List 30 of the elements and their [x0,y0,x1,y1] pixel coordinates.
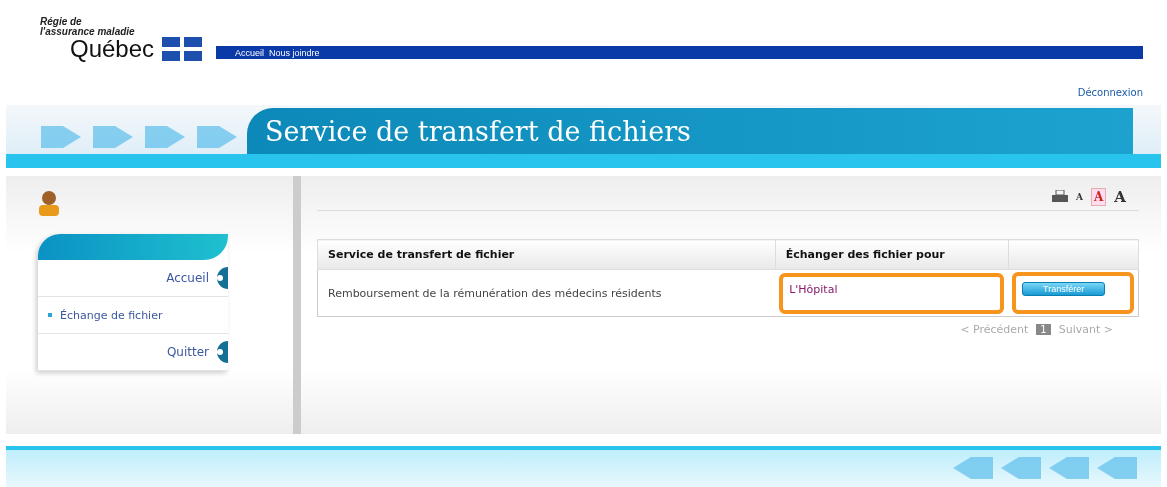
flag-icon [162,37,203,62]
logout-link[interactable]: Déconnexion [1077,87,1143,101]
nav-link[interactable]: Accueil [235,47,265,58]
arrow-shape-icon [1049,457,1089,480]
arrow-shape-icon [1001,457,1041,480]
logo-name: Québec [70,37,155,62]
logo-text: l'assurance maladie [40,27,136,38]
table-cell: Remboursement de la rémunération des médecins résidents [317,269,776,317]
nav-link[interactable]: Nous joindre [269,47,320,58]
bullet-icon [48,313,52,317]
arrow-shape-icon [197,126,237,148]
page-title: Service de transfert de fichiers [265,115,691,147]
sidebar-item[interactable]: Quitter [38,334,228,371]
text-size-button[interactable]: A [1111,188,1129,206]
arrow-shape-icon [41,126,81,148]
column-header: Service de transfert de fichier [317,239,776,270]
text-size-button[interactable]: A [1091,188,1107,206]
page-number[interactable]: 1 [1036,324,1051,335]
logo-text: Régie de [40,17,82,28]
arrow-shape-icon [145,126,185,148]
print-icon[interactable] [1052,190,1069,204]
column-header: Échanger des fichier pour [775,239,1008,270]
text-size-button[interactable]: A [1073,188,1087,206]
sidebar-item[interactable]: Accueil [38,260,228,297]
arrow-shape-icon [93,126,133,148]
arrow-shape-icon [953,457,993,480]
arrow-shape-icon [1097,457,1137,480]
recipient-link[interactable]: L'Hôpital [789,282,838,296]
user-icon [38,190,60,216]
sidebar-item[interactable]: Échange de fichier [38,297,228,334]
